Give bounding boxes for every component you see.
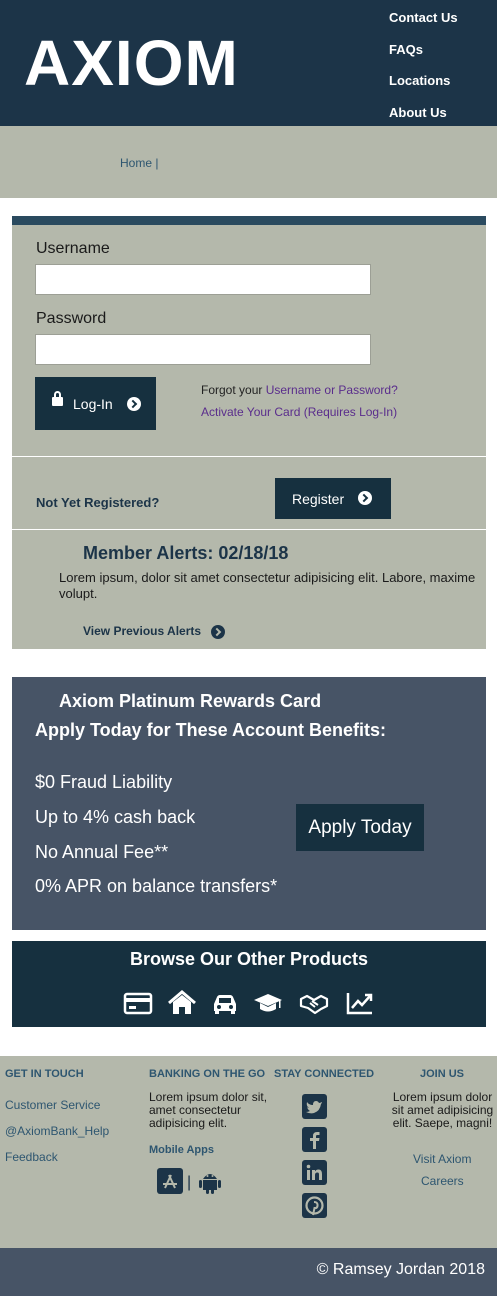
- customer-service-link[interactable]: Customer Service: [5, 1098, 100, 1112]
- benefit-item: Up to 4% cash back: [35, 807, 196, 827]
- divider: [12, 529, 486, 530]
- chevron-circle-right-icon: [211, 625, 225, 639]
- lock-icon: [52, 391, 63, 406]
- breadcrumb-band: Home |: [0, 126, 497, 198]
- feedback-link[interactable]: Feedback: [5, 1150, 58, 1164]
- axiom-logo[interactable]: AXIOM: [24, 28, 239, 98]
- twitter-handle-link[interactable]: @AxiomBank_Help: [5, 1124, 109, 1138]
- site-header: AXIOM Contact Us FAQs Locations About Us: [0, 0, 497, 126]
- copyright-bar: © Ramsey Jordan 2018: [0, 1248, 497, 1296]
- divider: [12, 456, 486, 457]
- forgot-credentials: Forgot your Username or Password?: [201, 383, 398, 397]
- apply-today-button[interactable]: Apply Today: [296, 804, 424, 851]
- app-store-icon[interactable]: [157, 1168, 183, 1194]
- home-icon[interactable]: [167, 990, 197, 1016]
- get-in-touch-heading: GET IN TOUCH: [5, 1068, 84, 1080]
- not-registered-text: Not Yet Registered?: [36, 495, 160, 510]
- mobile-apps-label: Mobile Apps: [149, 1144, 214, 1156]
- member-alerts-title: Member Alerts: 02/18/18: [83, 543, 289, 563]
- visit-axiom-link[interactable]: Visit Axiom: [413, 1152, 471, 1166]
- other-products-title: Browse Our Other Products: [129, 949, 369, 969]
- register-button[interactable]: Register: [275, 478, 391, 519]
- twitter-icon[interactable]: [302, 1094, 327, 1119]
- view-previous-alerts-link[interactable]: View Previous Alerts: [83, 624, 225, 639]
- rewards-subtitle: Apply Today for These Account Benefits:: [35, 720, 387, 740]
- password-label: Password: [36, 310, 107, 327]
- rewards-card-promo: Axiom Platinum Rewards Card Apply Today …: [12, 677, 486, 930]
- handshake-icon[interactable]: [299, 990, 329, 1016]
- breadcrumb[interactable]: Home |: [120, 156, 158, 170]
- activate-card-link[interactable]: Activate Your Card (Requires Log-In): [201, 405, 397, 419]
- pinterest-icon[interactable]: [302, 1193, 327, 1218]
- forgot-credentials-link[interactable]: Username or Password?: [266, 383, 398, 397]
- copyright-text: © Ramsey Jordan 2018: [316, 1261, 485, 1278]
- linkedin-icon[interactable]: [302, 1160, 327, 1185]
- forgot-prefix: Forgot your: [201, 383, 266, 397]
- credit-card-icon[interactable]: [123, 990, 153, 1016]
- login-button[interactable]: Log-In: [35, 377, 156, 430]
- nav-about-us[interactable]: About Us: [389, 105, 447, 120]
- app-separator: |: [187, 1174, 192, 1191]
- car-icon[interactable]: [210, 990, 240, 1016]
- facebook-icon[interactable]: [302, 1127, 327, 1152]
- login-panel-topbar: [12, 216, 486, 225]
- nav-locations[interactable]: Locations: [389, 73, 450, 88]
- member-alerts-text: Lorem ipsum, dolor sit amet consectetur …: [59, 570, 476, 601]
- banking-text: Lorem ipsum dolor sit, amet consectetur …: [149, 1090, 268, 1130]
- android-icon[interactable]: [198, 1169, 222, 1195]
- register-button-label: Register: [292, 491, 345, 507]
- join-us-heading: JOIN US: [420, 1068, 465, 1080]
- stay-connected-heading: STAY CONNECTED: [274, 1068, 375, 1080]
- login-button-label: Log-In: [73, 396, 113, 412]
- chevron-circle-right-icon: [358, 491, 372, 505]
- chart-line-icon[interactable]: [345, 990, 375, 1016]
- benefit-item: 0% APR on balance transfers*: [35, 876, 278, 896]
- other-products: Browse Our Other Products: [12, 941, 486, 1027]
- chevron-circle-right-icon: [127, 397, 141, 411]
- graduation-cap-icon[interactable]: [253, 990, 283, 1016]
- site-footer: GET IN TOUCH Customer Service @AxiomBank…: [0, 1056, 497, 1248]
- view-previous-alerts-label: View Previous Alerts: [83, 624, 202, 638]
- banking-on-the-go-heading: BANKING ON THE GO: [149, 1068, 266, 1080]
- username-input[interactable]: [35, 264, 371, 295]
- nav-contact-us[interactable]: Contact Us: [389, 10, 458, 25]
- benefit-item: No Annual Fee**: [35, 842, 169, 862]
- careers-link[interactable]: Careers: [421, 1174, 464, 1188]
- username-label: Username: [36, 240, 110, 257]
- rewards-title: Axiom Platinum Rewards Card: [59, 691, 322, 711]
- benefit-item: $0 Fraud Liability: [35, 772, 173, 792]
- login-panel: Username Password Log-In Forgot your Use…: [12, 216, 486, 649]
- password-input[interactable]: [35, 334, 371, 365]
- join-us-text: Lorem ipsum dolor sit amet adipisicing e…: [391, 1090, 494, 1130]
- nav-faqs[interactable]: FAQs: [389, 42, 423, 57]
